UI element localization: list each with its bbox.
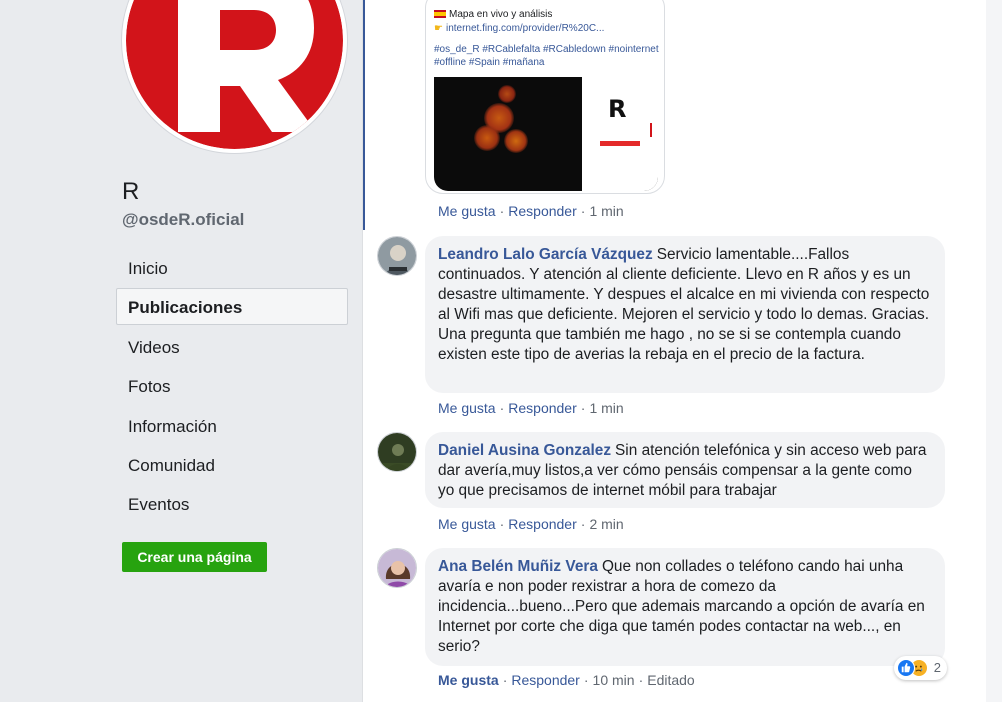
attachment-hashtags[interactable]: #os_de_R #RCablefalta #RCabledown #noint… xyxy=(434,44,659,55)
page-sidebar: R @osdeR.oficial Inicio Publicaciones Vi… xyxy=(0,0,362,702)
reply-button[interactable]: Responder xyxy=(508,400,577,416)
nav-item-comunidad[interactable]: Comunidad xyxy=(116,446,348,483)
comments-feed: Mapa en vivo y análisis ☛ internet.fing.c… xyxy=(362,0,1002,702)
heat-blob xyxy=(498,85,516,103)
reaction-count: 2 xyxy=(933,660,941,675)
comment-text: Servicio lamentable....Fallos continuado… xyxy=(438,246,930,363)
create-page-button[interactable]: Crear una página xyxy=(122,542,267,572)
attachment-link-row: ☛ internet.fing.com/provider/R%20C... xyxy=(434,23,604,34)
nav-item-fotos[interactable]: Fotos xyxy=(116,367,348,404)
r-logo-icon xyxy=(178,0,316,132)
user-photo-icon xyxy=(378,549,416,587)
spain-flag-icon xyxy=(434,10,446,18)
commenter-avatar[interactable] xyxy=(377,236,417,276)
page-username[interactable]: @osdeR.oficial xyxy=(122,210,244,230)
like-button[interactable]: Me gusta xyxy=(438,400,496,416)
avatar-background xyxy=(126,0,343,149)
nav-item-publicaciones[interactable]: Publicaciones xyxy=(116,288,348,326)
timestamp[interactable]: 1 min xyxy=(589,400,623,416)
comment-author[interactable]: Ana Belén Muñiz Vera xyxy=(438,558,598,575)
map-info-panel: R xyxy=(582,77,658,191)
comment-bubble: Leandro Lalo García Vázquez Servicio lame… xyxy=(425,236,945,393)
map-panel-logo: R xyxy=(608,95,627,123)
nav-item-inicio[interactable]: Inicio xyxy=(116,249,348,286)
timestamp[interactable]: 2 min xyxy=(589,516,623,532)
map-panel-button xyxy=(600,141,640,146)
nav-item-informacion[interactable]: Información xyxy=(116,407,348,444)
comment-actions: Me gusta · Responder · 10 min · Editado xyxy=(438,672,695,688)
comment-bubble: Ana Belén Muñiz Vera Que non collades o t… xyxy=(425,548,947,680)
attachment-caption: Mapa en vivo y análisis xyxy=(434,9,552,20)
comment-actions: Me gusta · Responder · 1 min xyxy=(438,400,624,416)
like-button[interactable]: Me gusta xyxy=(438,516,496,532)
reply-button[interactable]: Responder xyxy=(511,672,580,688)
outage-map-image[interactable]: R xyxy=(434,77,658,191)
commenter-avatar[interactable] xyxy=(377,548,417,588)
page-title: R xyxy=(122,178,140,205)
pointing-hand-icon: ☛ xyxy=(434,23,443,34)
post-actions: Me gusta · Responder · 1 min xyxy=(438,203,624,219)
timestamp[interactable]: 1 min xyxy=(589,203,623,219)
page-nav: Inicio Publicaciones Videos Fotos Inform… xyxy=(116,249,348,525)
thread-line xyxy=(363,0,365,230)
comment-author[interactable]: Daniel Ausina Gonzalez xyxy=(438,442,611,459)
timestamp[interactable]: 10 min xyxy=(593,672,635,688)
nav-item-videos[interactable]: Videos xyxy=(116,328,348,365)
reactions-summary[interactable]: 2 xyxy=(893,656,947,680)
reply-button[interactable]: Responder xyxy=(508,203,577,219)
map-indicator-bar xyxy=(650,123,652,137)
attachment-link[interactable]: internet.fing.com/provider/R%20C... xyxy=(446,23,604,34)
commenter-avatar[interactable] xyxy=(377,432,417,472)
comment-author[interactable]: Leandro Lalo García Vázquez xyxy=(438,246,653,263)
nav-item-eventos[interactable]: Eventos xyxy=(116,485,348,522)
like-button[interactable]: Me gusta xyxy=(438,203,496,219)
user-photo-icon xyxy=(378,433,416,471)
post-attachment-card[interactable]: Mapa en vivo y análisis ☛ internet.fing.c… xyxy=(425,0,665,194)
reply-button[interactable]: Responder xyxy=(508,516,577,532)
heat-blob xyxy=(474,125,500,151)
comment-actions: Me gusta · Responder · 2 min xyxy=(438,516,624,532)
heat-blob xyxy=(504,129,528,153)
like-reaction-icon xyxy=(896,659,915,677)
edited-label: Editado xyxy=(647,672,695,688)
attachment-hashtags-2[interactable]: #offline #Spain #mañana xyxy=(434,57,544,68)
like-button[interactable]: Me gusta xyxy=(438,672,499,688)
scrollbar[interactable] xyxy=(986,0,1002,702)
comment-bubble: Daniel Ausina Gonzalez Sin atención telef… xyxy=(425,432,945,508)
user-photo-icon xyxy=(378,237,416,275)
page-avatar[interactable] xyxy=(122,0,347,153)
